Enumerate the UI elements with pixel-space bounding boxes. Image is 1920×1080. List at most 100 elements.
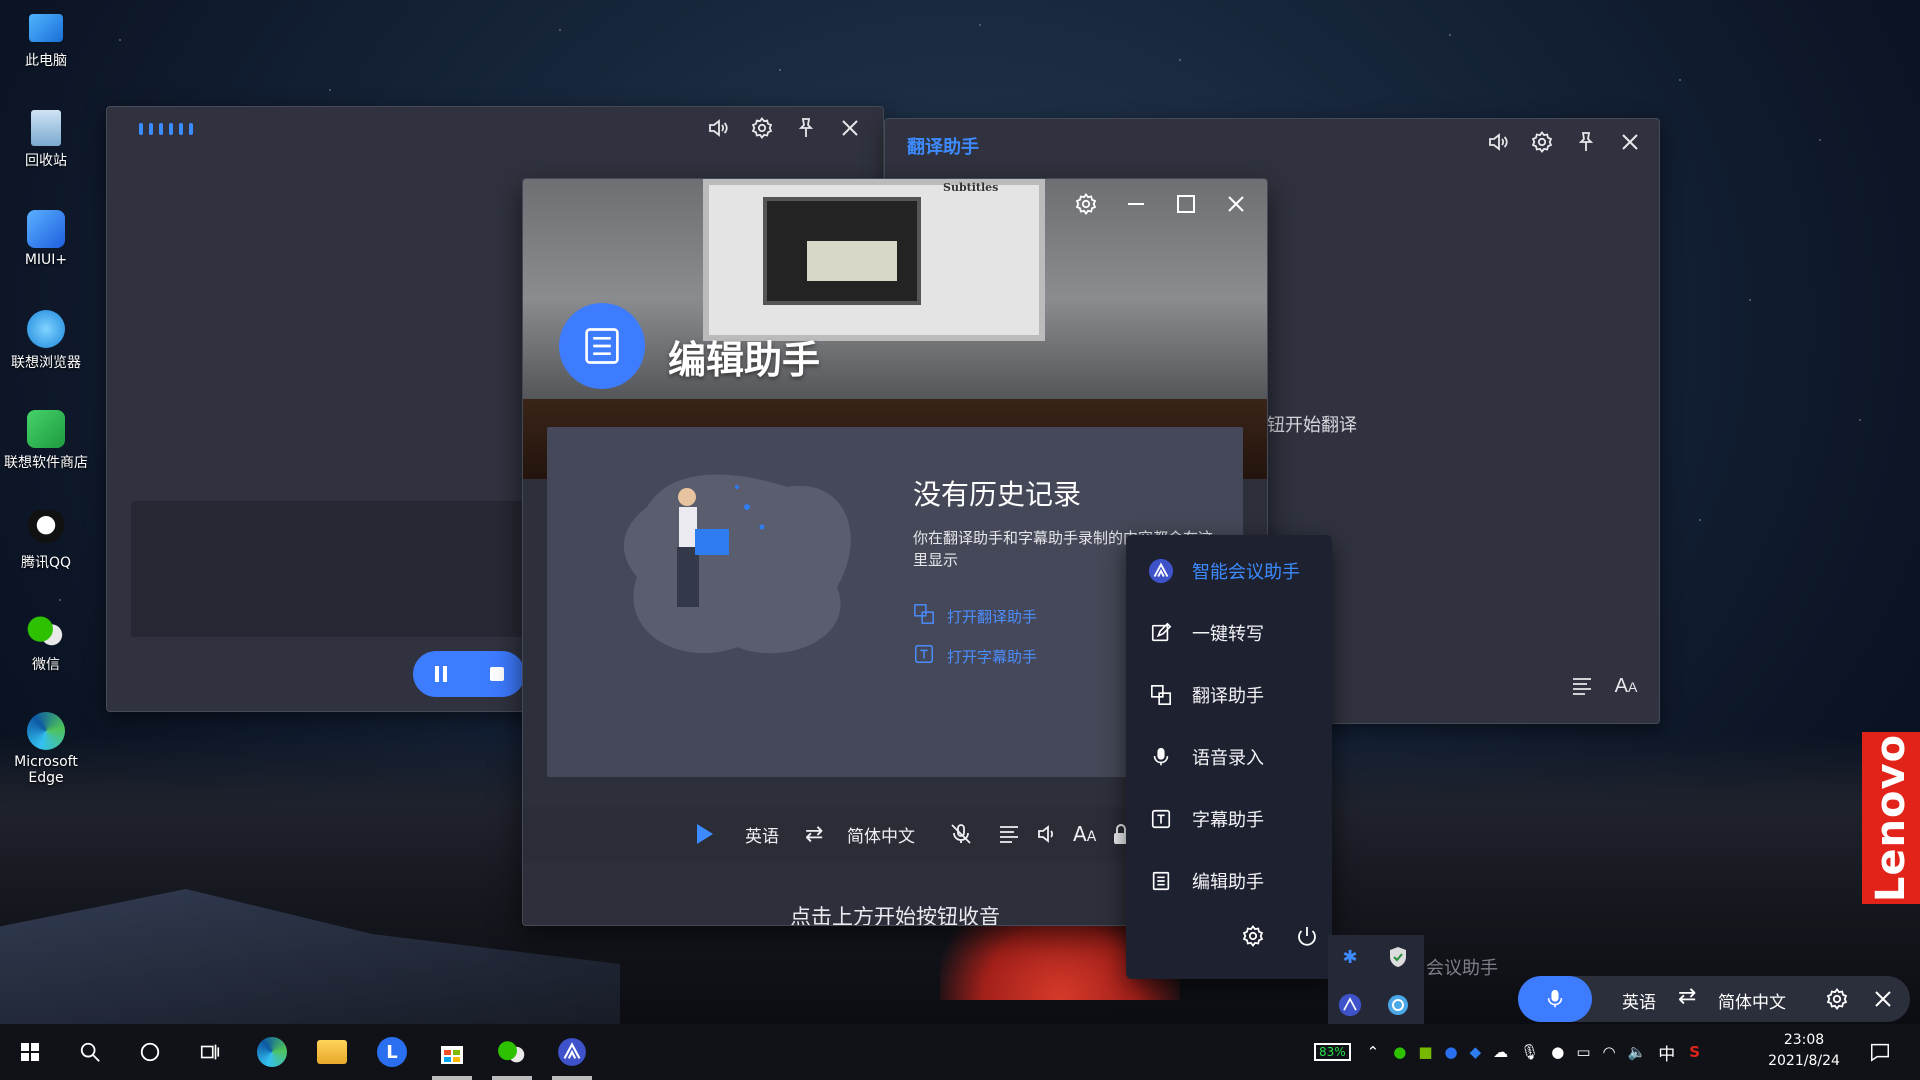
lenovo-store-icon [27,410,65,448]
desktop-icon-label: 腾讯QQ [20,555,72,571]
mic-muted-icon[interactable] [949,819,973,849]
play-button[interactable] [695,819,715,849]
wechat-icon [27,612,65,650]
onedrive-cloud-icon[interactable]: ☁ [1493,1043,1508,1061]
meeting-logo-icon[interactable] [1332,987,1368,1023]
file-explorer-icon[interactable] [314,1034,350,1070]
store-icon[interactable] [434,1034,470,1070]
meeting-logo-icon[interactable] [554,1034,590,1070]
microphone-button[interactable] [1518,976,1592,1022]
window-title: 翻译助手 [907,137,979,158]
stop-button[interactable] [489,667,504,681]
edge-icon [27,712,65,750]
speaker-icon[interactable] [705,115,731,141]
active-app-indicator [552,1076,592,1080]
font-size-icon[interactable]: AA [1613,673,1639,699]
desktop-icon-lenovo-browser[interactable]: 联想浏览器 [0,310,92,372]
cortana-icon[interactable] [132,1034,168,1070]
gear-icon[interactable] [1529,129,1555,155]
maximize-icon[interactable] [1173,191,1199,217]
desktop-icon-recycle-bin[interactable]: 回收站 [0,110,92,170]
volume-icon[interactable]: 🔈 [1628,1043,1647,1061]
menu-item-editor[interactable]: 编辑助手 [1148,861,1264,901]
font-size-icon[interactable]: AA [1073,819,1096,849]
target-language[interactable]: 简体中文 [1718,988,1786,1013]
security-shield-icon[interactable] [1380,939,1416,975]
source-language[interactable]: 英语 [745,819,779,849]
menu-item-subtitle[interactable]: 字幕助手 [1148,799,1264,839]
ime-indicator[interactable]: 中 [1658,1040,1675,1065]
sogou-ime-icon[interactable]: S [1689,1043,1700,1061]
open-translate-link[interactable]: 打开翻译助手 [913,603,1037,629]
assistant-circle-icon[interactable] [1380,987,1416,1023]
source-language[interactable]: 英语 [1622,988,1656,1013]
desktop-icon-miui[interactable]: MIUI+ [0,210,92,268]
computer-icon [29,14,63,42]
close-icon[interactable] [837,115,863,141]
bluetooth-icon[interactable]: ✱ [1332,939,1368,975]
align-icon[interactable] [997,819,1021,849]
menu-item-meeting-assistant[interactable]: 智能会议助手 [1148,551,1300,591]
lenovo-browser-icon [27,310,65,348]
desktop-icon-lenovo-store[interactable]: 联想软件商店 [0,410,92,472]
empty-title: 没有历史记录 [913,478,1082,511]
open-subtitle-link[interactable]: 打开字幕助手 [913,643,1037,669]
task-view-icon[interactable] [192,1034,228,1070]
pin-icon[interactable] [793,115,819,141]
start-windows-icon[interactable] [12,1034,48,1070]
menu-item-voice-input[interactable]: 语音录入 [1148,737,1264,777]
miui-tray-icon[interactable]: ◆ [1470,1043,1482,1061]
pause-button[interactable] [434,666,447,682]
notification-center-icon[interactable] [1862,1034,1898,1070]
close-icon[interactable] [1223,191,1249,217]
menu-item-transcribe[interactable]: 一键转写 [1148,613,1264,653]
menu-label: 编辑助手 [1192,872,1264,893]
audio-level-indicator [139,123,193,135]
speaker-icon[interactable] [1035,819,1059,849]
taskbar: L 83% ⌃ ● ■ ● ◆ ☁ 🎙 ● ▭ ◠ 🔈 中 S 23:08 20… [0,1024,1920,1080]
pin-icon[interactable] [1573,129,1599,155]
desktop-icon-label: 联想浏览器 [11,355,81,371]
qq-tray-icon[interactable]: ● [1551,1043,1564,1061]
swap-language-icon[interactable]: ⇄ [805,819,823,849]
target-language[interactable]: 简体中文 [847,819,915,849]
gear-icon[interactable] [1073,191,1099,217]
clock-date: 2021/8/24 [1768,1053,1840,1069]
menu-item-translate[interactable]: 翻译助手 [1148,675,1264,715]
edge-icon[interactable] [254,1034,290,1070]
power-icon[interactable] [1294,923,1320,949]
recording-controls [413,651,525,697]
battery-icon[interactable]: ▭ [1576,1043,1590,1061]
menu-label: 智能会议助手 [1192,562,1300,583]
minimize-icon[interactable] [1123,191,1149,217]
active-app-indicator [492,1076,532,1080]
search-icon[interactable] [72,1034,108,1070]
gear-icon[interactable] [1824,986,1850,1012]
clock[interactable]: 23:08 2021/8/24 [1752,1030,1856,1072]
lenovo-tray-icon[interactable]: ● [1445,1043,1458,1061]
microphone-icon [1547,989,1563,1008]
lenovo-l-icon[interactable]: L [374,1034,410,1070]
desktop-icon-wechat[interactable]: 微信 [0,612,92,674]
close-icon[interactable] [1617,129,1643,155]
battery-percentage[interactable]: 83% [1314,1043,1351,1061]
speaker-icon[interactable] [1485,129,1511,155]
desktop-icon-qq[interactable]: 腾讯QQ [0,510,92,572]
desktop-icon-label: 微信 [32,657,60,673]
open-translate-label: 打开翻译助手 [947,607,1038,626]
close-icon[interactable] [1870,986,1896,1012]
lenovo-logo: Lenovo [1862,732,1920,904]
wifi-icon[interactable]: ◠ [1603,1043,1616,1061]
system-tray: 83% ⌃ ● ■ ● ◆ ☁ 🎙 ● ▭ ◠ 🔈 中 S [1314,1024,1718,1080]
gear-icon[interactable] [1240,923,1266,949]
align-icon[interactable] [1569,673,1595,699]
desktop-icon-edge[interactable]: Microsoft Edge [0,712,92,786]
nvidia-icon[interactable]: ■ [1418,1043,1432,1061]
desktop-icon-this-pc[interactable]: 此电脑 [0,8,92,70]
microphone-tray-icon[interactable]: 🎙 [1520,1043,1539,1061]
swap-language-icon[interactable]: ⇄ [1678,984,1696,1009]
gear-icon[interactable] [749,115,775,141]
chevron-up-icon[interactable]: ⌃ [1367,1043,1380,1061]
wechat-tray-icon[interactable]: ● [1393,1043,1406,1061]
wechat-icon[interactable] [494,1034,530,1070]
